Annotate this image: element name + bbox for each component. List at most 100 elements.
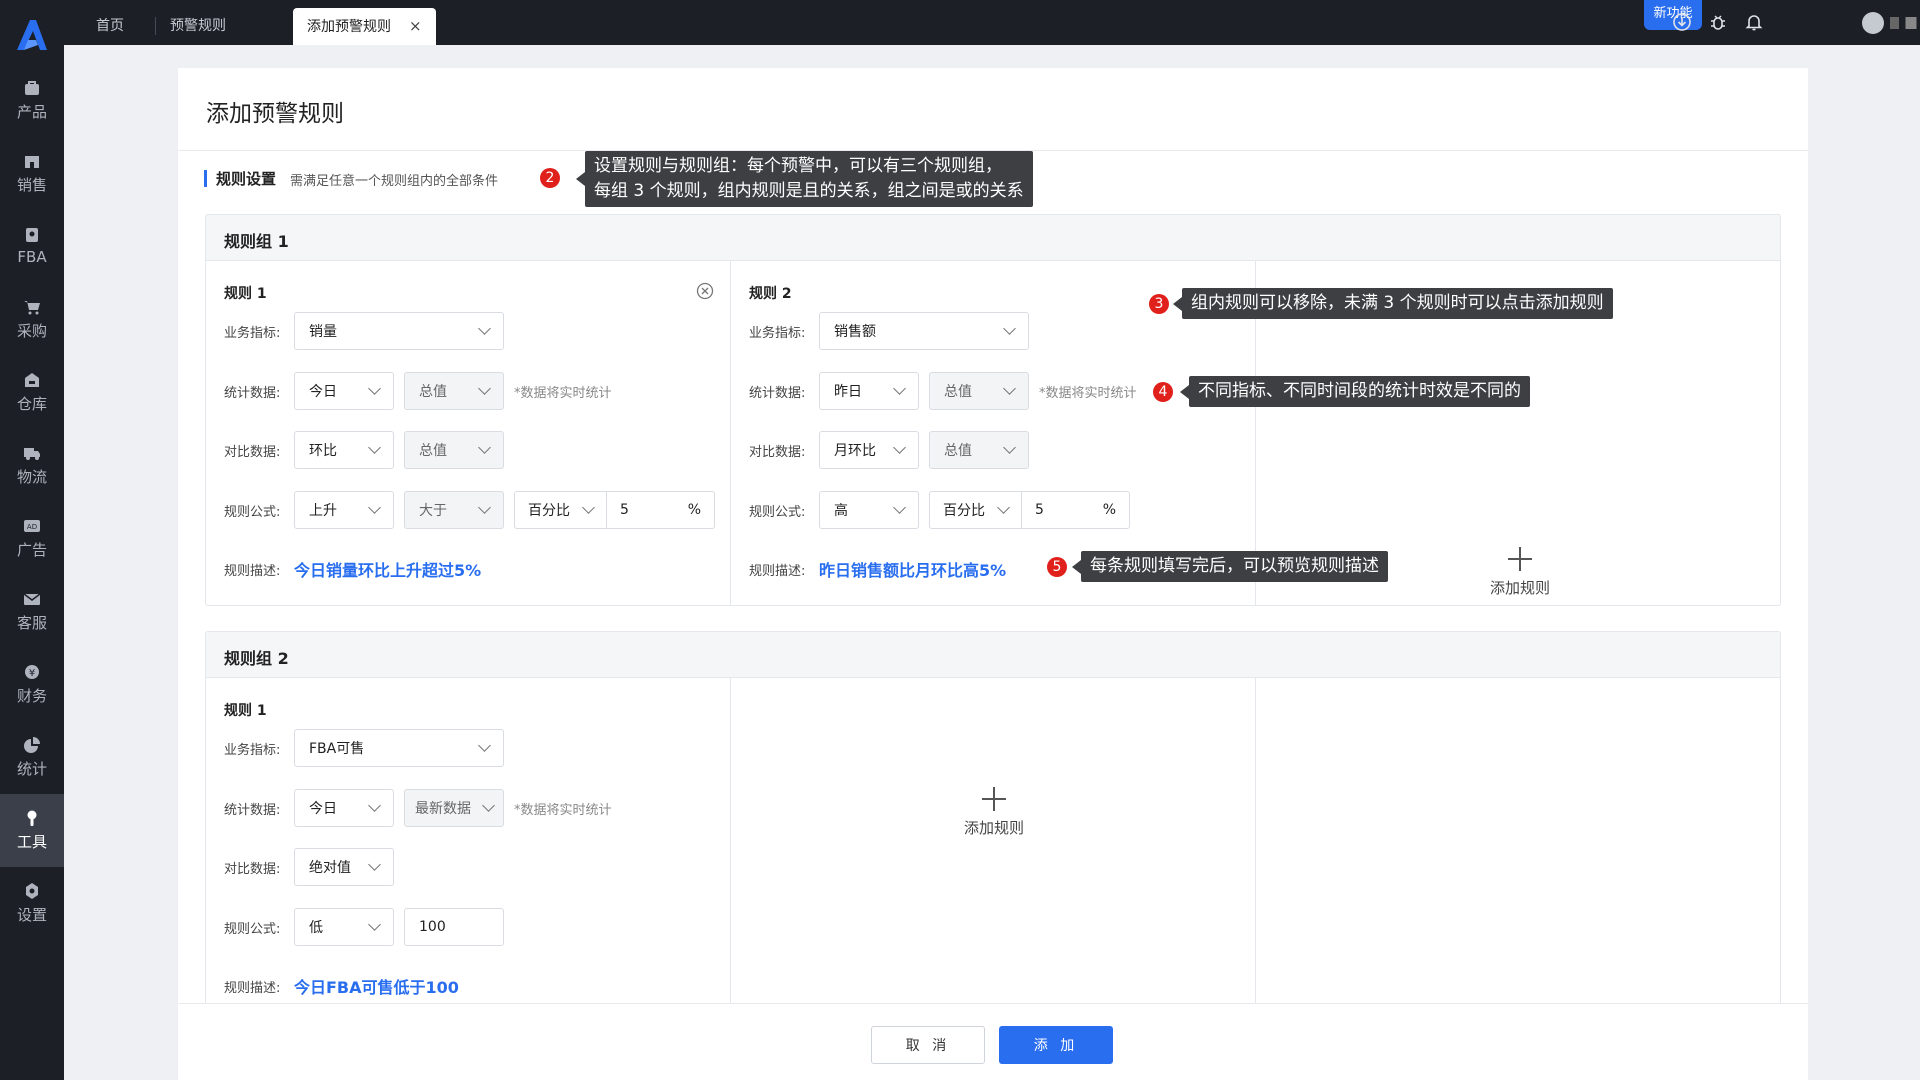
avatar[interactable] bbox=[1862, 12, 1884, 34]
compare-type-value: 总值 bbox=[419, 443, 447, 459]
form-footer: 取 消 添 加 bbox=[178, 1003, 1808, 1080]
formula-value-group: 百分比 5% bbox=[929, 491, 1130, 529]
group-header: 规则组 2 bbox=[206, 632, 1780, 678]
cancel-button[interactable]: 取 消 bbox=[871, 1026, 985, 1064]
formula-operator-select: 大于 bbox=[404, 491, 504, 529]
rule-description: 昨日销售额比月环比高5% bbox=[819, 561, 1007, 580]
group-header: 规则组 1 bbox=[206, 215, 1780, 261]
user-name-blurred[interactable] bbox=[1890, 17, 1920, 29]
formula-label: 规则公式: bbox=[224, 504, 281, 520]
realtime-note: *数据将实时统计 bbox=[514, 385, 612, 401]
compare-type-select: 总值 bbox=[404, 431, 504, 469]
step-badge-5: 5 bbox=[1047, 557, 1067, 577]
top-bar: 首页 预警规则 添加预警规则 × 新功能 bbox=[64, 0, 1920, 45]
download-icon[interactable] bbox=[1672, 12, 1692, 32]
formula-value-input[interactable]: 5% bbox=[1022, 492, 1129, 528]
nav-fba[interactable]: FBA bbox=[0, 210, 64, 283]
compare-period-select[interactable]: 绝对值 bbox=[294, 848, 394, 886]
nav-warehouse[interactable]: 仓库 bbox=[0, 356, 64, 429]
cart-icon bbox=[24, 300, 40, 314]
tooltip-line-2: 每组 3 个规则，组内规则是且的关系，组之间是或的关系 bbox=[594, 181, 1024, 201]
formula-operator-value: 大于 bbox=[419, 503, 447, 519]
compare-period-select[interactable]: 环比 bbox=[294, 431, 394, 469]
compare-type-select: 总值 bbox=[929, 431, 1029, 469]
nav-sales[interactable]: 销售 bbox=[0, 137, 64, 210]
rule-card-1: 规则 1 业务指标: FBA可售 统计数据: 今日 最新数据 *数据将实时统计 对比数据… bbox=[206, 678, 731, 1010]
chevron-down-icon bbox=[368, 501, 381, 514]
step-badge-3: 3 bbox=[1149, 294, 1169, 314]
rule-title: 规则 1 bbox=[224, 703, 267, 719]
compare-label: 对比数据: bbox=[224, 861, 281, 877]
tooltip-stat-timeliness: 不同指标、不同时间段的统计时效是不同的 bbox=[1180, 376, 1530, 407]
tooltip-rule-groups: 设置规则与规则组：每个预警中，可以有三个规则组， 每组 3 个规则，组内规则是且的… bbox=[576, 151, 1033, 207]
rule-title: 规则 1 bbox=[224, 286, 267, 302]
nav-finance[interactable]: ¥ 财务 bbox=[0, 648, 64, 721]
formula-unit-select[interactable]: 百分比 bbox=[515, 492, 607, 528]
nav-service[interactable]: 客服 bbox=[0, 575, 64, 648]
stat-type-value: 总值 bbox=[944, 384, 972, 400]
tab-alert-rules[interactable]: 预警规则 bbox=[156, 8, 240, 45]
nav-label: 客服 bbox=[16, 613, 47, 632]
desc-label: 规则描述: bbox=[749, 563, 806, 579]
chevron-down-icon bbox=[478, 739, 491, 752]
nav-label: 采购 bbox=[16, 321, 47, 340]
nav-product[interactable]: 产品 bbox=[0, 64, 64, 137]
formula-value: 5 bbox=[620, 502, 629, 518]
close-tab-icon[interactable]: × bbox=[409, 17, 422, 35]
compare-period-select[interactable]: 月环比 bbox=[819, 431, 919, 469]
formula-value-input[interactable]: 100 bbox=[404, 908, 504, 946]
chevron-down-icon bbox=[368, 858, 381, 871]
percent-suffix: % bbox=[1102, 502, 1116, 518]
nav-stats[interactable]: 统计 bbox=[0, 721, 64, 794]
bug-icon[interactable] bbox=[1708, 12, 1728, 32]
remove-rule-icon[interactable] bbox=[696, 282, 714, 300]
stat-label: 统计数据: bbox=[224, 802, 281, 818]
metric-select[interactable]: 销售额 bbox=[819, 312, 1029, 350]
bell-icon[interactable] bbox=[1744, 12, 1764, 32]
nav-logistics[interactable]: 物流 bbox=[0, 429, 64, 502]
ad-icon: AD bbox=[24, 519, 40, 532]
formula-direction-value: 低 bbox=[309, 920, 323, 936]
formula-direction-select[interactable]: 上升 bbox=[294, 491, 394, 529]
formula-unit-select[interactable]: 百分比 bbox=[930, 492, 1022, 528]
stat-type-select: 最新数据 bbox=[404, 789, 504, 827]
product-icon bbox=[25, 80, 39, 95]
stat-period-select[interactable]: 今日 bbox=[294, 789, 394, 827]
nav-label: 广告 bbox=[16, 540, 47, 559]
nav-label: 物流 bbox=[16, 467, 47, 486]
add-button[interactable]: 添 加 bbox=[999, 1026, 1113, 1064]
plus-icon bbox=[1508, 547, 1532, 571]
app-logo[interactable] bbox=[14, 18, 50, 52]
metric-value: 销售额 bbox=[834, 324, 876, 340]
chevron-down-icon bbox=[1003, 382, 1016, 395]
fba-icon bbox=[26, 228, 38, 242]
nav-settings[interactable]: 设置 bbox=[0, 867, 64, 940]
compare-label: 对比数据: bbox=[749, 444, 806, 460]
rule-title: 规则 2 bbox=[749, 286, 792, 302]
rule-description: 今日销量环比上升超过5% bbox=[294, 561, 482, 580]
nav-purchase[interactable]: 采购 bbox=[0, 283, 64, 356]
rule-description: 今日FBA可售低于100 bbox=[294, 978, 459, 997]
warehouse-icon bbox=[25, 372, 39, 387]
step-badge-4: 4 bbox=[1153, 382, 1173, 402]
tab-label: 添加预警规则 bbox=[307, 19, 391, 35]
nav-tools[interactable]: 工具 bbox=[0, 794, 64, 867]
add-rule-button[interactable]: 添加规则 bbox=[964, 787, 1024, 838]
metric-select[interactable]: 销量 bbox=[294, 312, 504, 350]
wrench-icon bbox=[27, 810, 37, 826]
nav-label: 销售 bbox=[16, 175, 47, 194]
formula-direction-select[interactable]: 低 bbox=[294, 908, 394, 946]
chevron-down-icon bbox=[368, 382, 381, 395]
stat-period-select[interactable]: 今日 bbox=[294, 372, 394, 410]
add-rule-label: 添加规则 bbox=[964, 819, 1025, 837]
stat-period-select[interactable]: 昨日 bbox=[819, 372, 919, 410]
add-rule-button[interactable]: 添加规则 bbox=[1490, 547, 1550, 598]
tab-add-alert-rule[interactable]: 添加预警规则 × bbox=[293, 8, 436, 45]
tab-home[interactable]: 首页 bbox=[82, 8, 138, 45]
chevron-down-icon bbox=[582, 501, 595, 514]
formula-direction-select[interactable]: 高 bbox=[819, 491, 919, 529]
metric-select[interactable]: FBA可售 bbox=[294, 729, 504, 767]
formula-value-input[interactable]: 5% bbox=[607, 492, 714, 528]
nav-ads[interactable]: AD 广告 bbox=[0, 502, 64, 575]
metric-value: 销量 bbox=[309, 324, 337, 340]
